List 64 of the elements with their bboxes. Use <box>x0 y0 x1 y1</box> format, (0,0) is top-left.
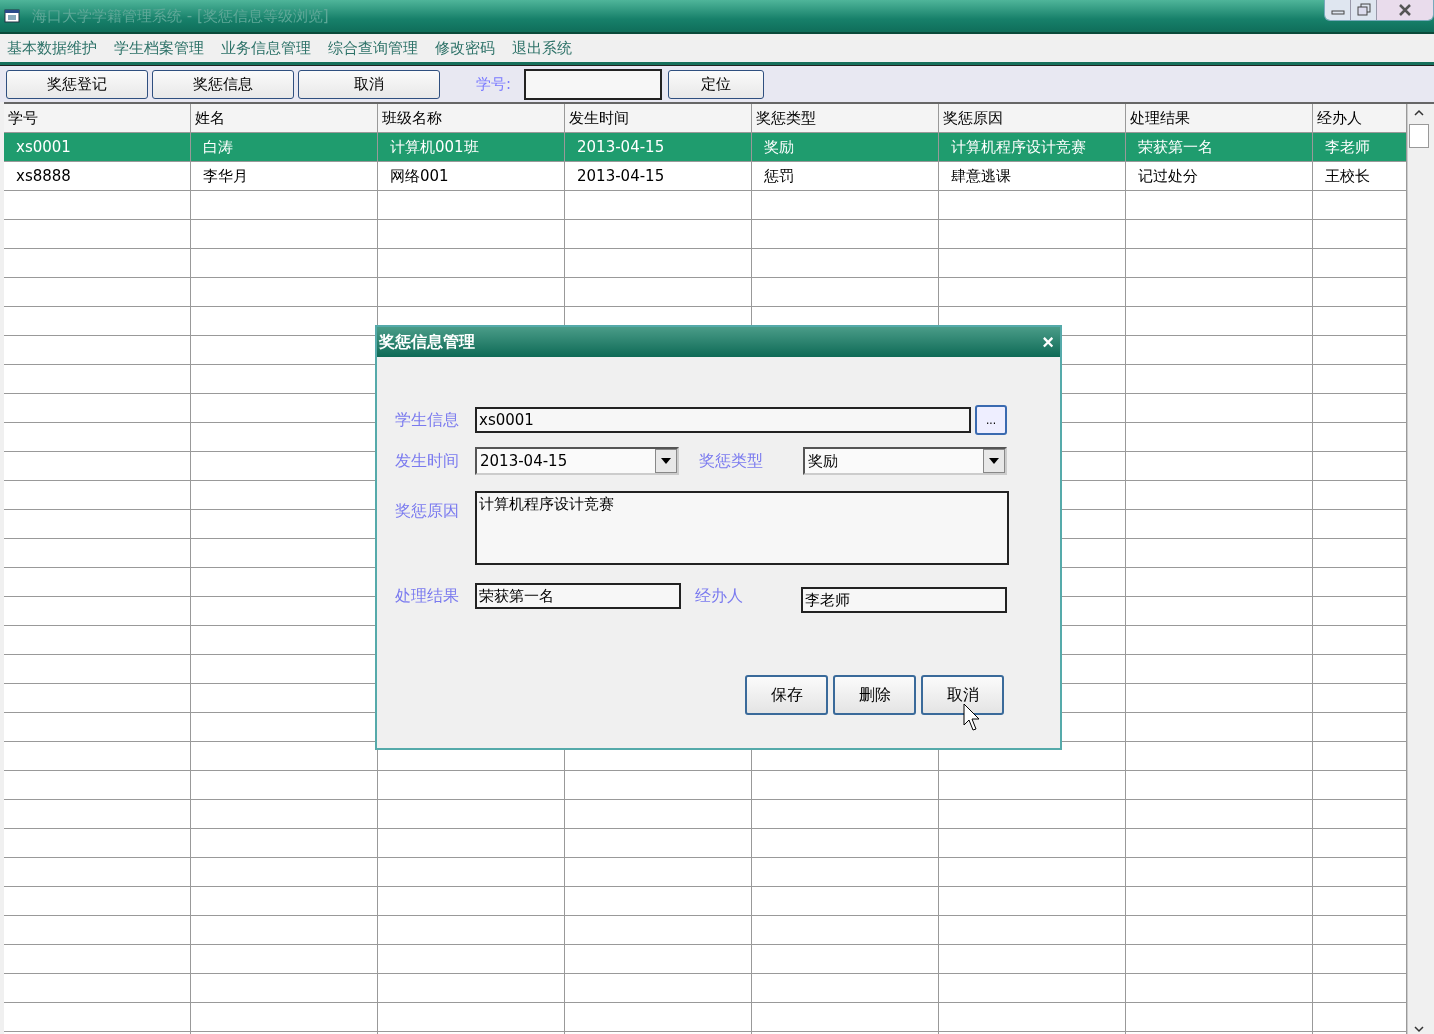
table-cell: xs0001 <box>4 133 191 161</box>
table-row[interactable]: xs8888 李华月 网络001 2013-04-15 惩罚 肆意逃课 记过处分 王校长 <box>4 162 1407 191</box>
locate-button[interactable]: 定位 <box>668 69 764 99</box>
column-header[interactable]: 处理结果 <box>1126 104 1313 132</box>
column-header[interactable]: 姓名 <box>191 104 378 132</box>
restore-icon <box>1355 3 1372 17</box>
table-cell: 奖励 <box>752 133 939 161</box>
vertical-scrollbar[interactable] <box>1407 104 1430 1034</box>
caret-icon <box>988 457 1000 465</box>
table-cell: 计算机001班 <box>378 133 565 161</box>
scroll-down-icon[interactable] <box>1413 1024 1425 1034</box>
field-label: 奖惩原因 <box>395 501 460 522</box>
scroll-up-icon[interactable] <box>1413 108 1425 118</box>
toolbar-button[interactable]: 奖惩登记 <box>6 69 148 99</box>
table-cell: 2013-04-15 <box>565 133 752 161</box>
close-icon <box>1397 3 1413 17</box>
caret-icon <box>660 457 672 465</box>
column-header[interactable]: 班级名称 <box>378 104 565 132</box>
field-label: 奖惩类型 <box>699 450 764 472</box>
column-header[interactable]: 发生时间 <box>565 104 752 132</box>
column-header[interactable]: 学号 <box>4 104 191 132</box>
table-cell: 2013-04-15 <box>565 162 752 190</box>
table-cell: 李华月 <box>191 162 378 190</box>
type-dropdown[interactable]: 奖励 <box>803 447 1007 475</box>
toolbar-button[interactable]: 奖惩信息 <box>152 69 294 99</box>
reason-field[interactable]: 计算机程序设计竞赛 <box>475 491 1009 565</box>
date-dropdown[interactable]: 2013-04-15 <box>475 447 679 475</box>
browse-button[interactable]: ... <box>975 405 1007 435</box>
table-cell: 肆意逃课 <box>939 162 1126 190</box>
student-field[interactable]: xs0001 <box>475 407 971 433</box>
field-label: 经办人 <box>695 585 744 607</box>
window-title: 海口大学学籍管理系统 - [奖惩信息等级浏览] <box>32 6 330 26</box>
table-cell: 计算机程序设计竞赛 <box>939 133 1126 161</box>
table-cell: 记过处分 <box>1126 162 1313 190</box>
table-cell: 惩罚 <box>752 162 939 190</box>
menu-item[interactable]: 修改密码 <box>435 38 495 58</box>
table-cell: 网络001 <box>378 162 565 190</box>
column-header[interactable]: 奖惩原因 <box>939 104 1126 132</box>
close-button[interactable] <box>1377 0 1433 20</box>
search-label: 学号: <box>476 74 513 94</box>
menu-item[interactable]: 基本数据维护 <box>7 38 97 58</box>
app-icon <box>4 8 22 24</box>
search-field[interactable] <box>524 68 662 100</box>
table-cell: 白涛 <box>191 133 378 161</box>
restore-button[interactable] <box>1351 0 1377 20</box>
dialog-button[interactable]: 保存 <box>745 675 828 715</box>
dialog-button[interactable]: 删除 <box>833 675 916 715</box>
dialog-title: 奖惩信息管理 <box>379 331 475 353</box>
field-label: 处理结果 <box>395 585 460 607</box>
menu-item[interactable]: 学生档案管理 <box>114 38 204 58</box>
menu-item[interactable]: 综合查询管理 <box>328 38 418 58</box>
column-header[interactable]: 奖惩类型 <box>752 104 939 132</box>
dialog-close-button[interactable]: × <box>1042 330 1054 354</box>
toolbar-button[interactable]: 取消 <box>298 69 440 99</box>
handler-field[interactable]: 李老师 <box>801 587 1007 613</box>
field-label: 发生时间 <box>395 450 460 472</box>
table-cell: 荣获第一名 <box>1126 133 1313 161</box>
menu-item[interactable]: 退出系统 <box>512 38 572 58</box>
field-label: 学生信息 <box>395 409 460 431</box>
result-field[interactable]: 荣获第一名 <box>475 583 681 609</box>
dialog-button[interactable]: 取消 <box>921 675 1004 715</box>
scroll-thumb[interactable] <box>1409 124 1429 148</box>
menu-item[interactable]: 业务信息管理 <box>221 38 311 58</box>
table-cell: xs8888 <box>4 162 191 190</box>
